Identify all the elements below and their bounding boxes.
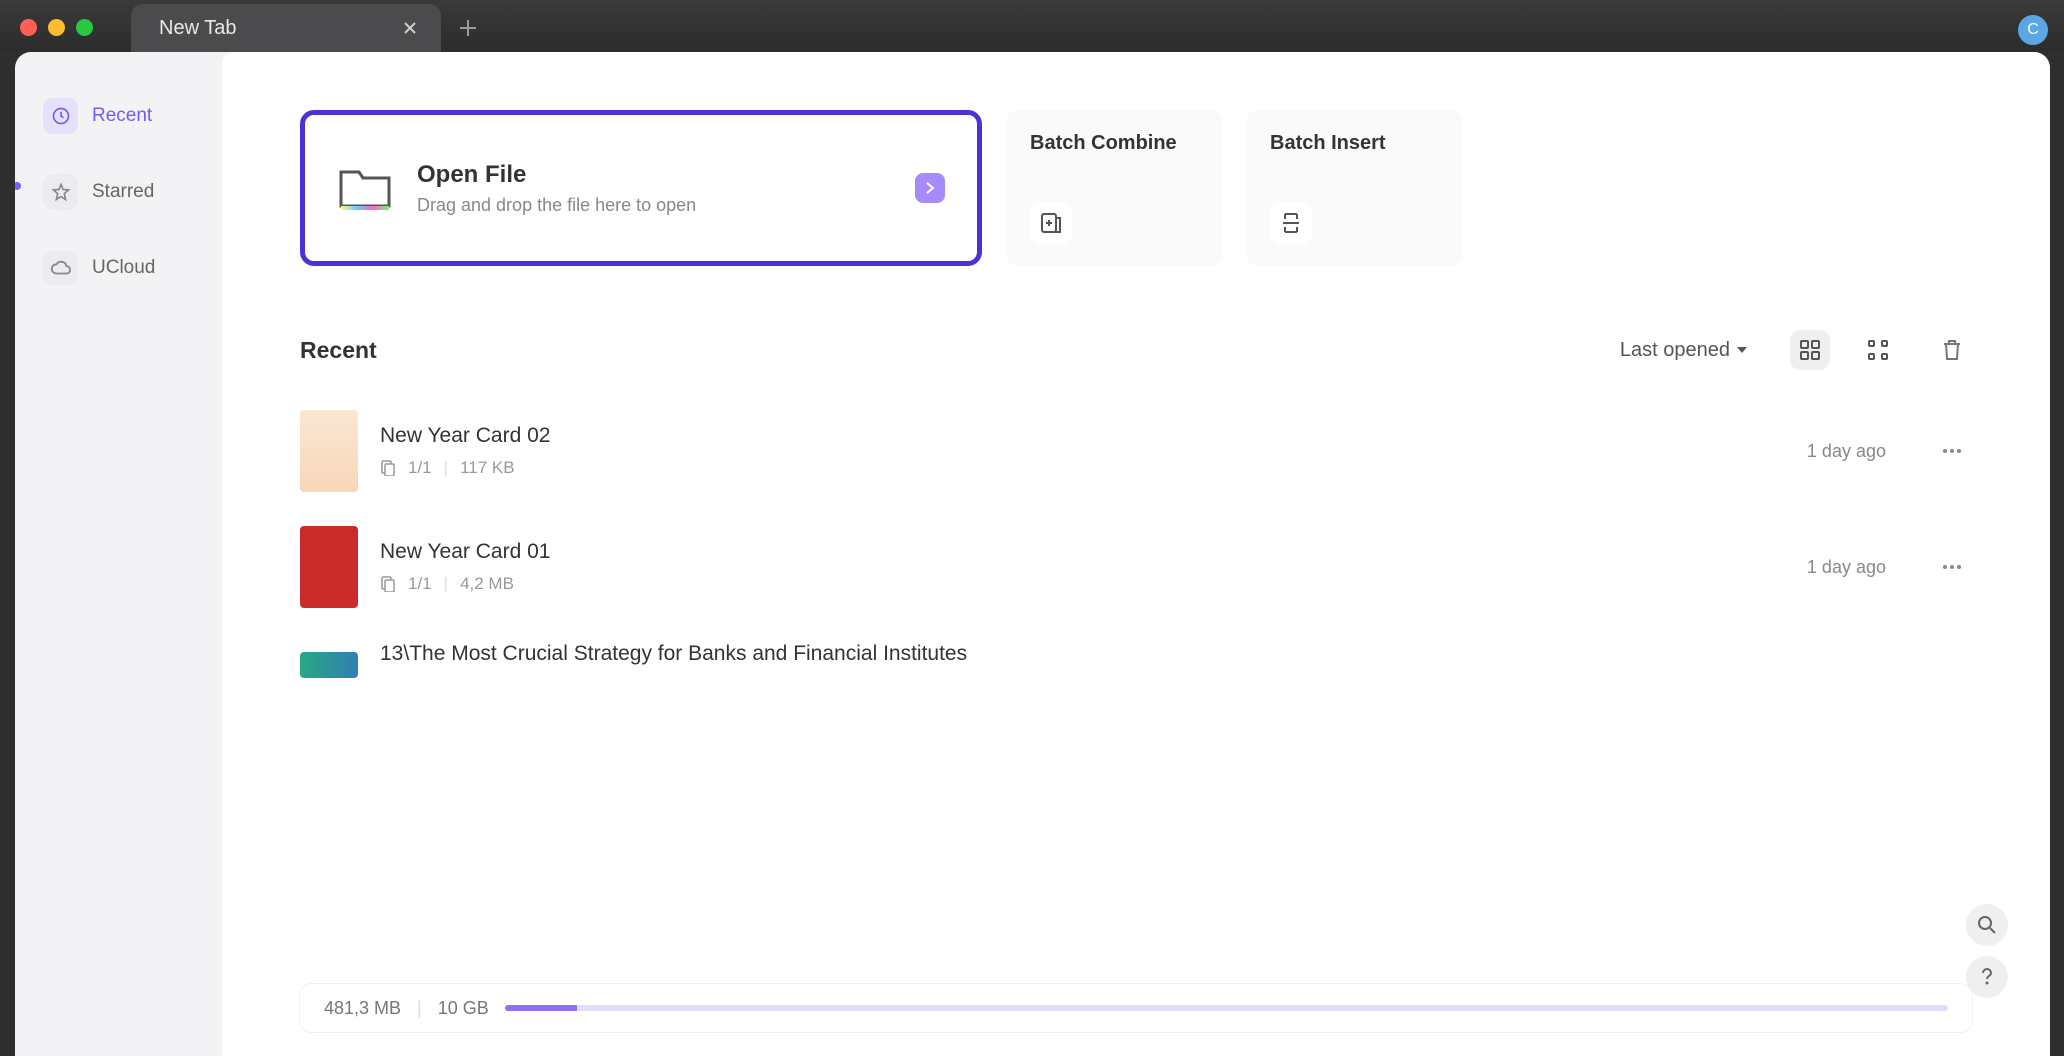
- file-pages: 1/1: [408, 574, 432, 594]
- tab-new-tab[interactable]: New Tab: [131, 4, 441, 52]
- open-file-card[interactable]: Open File Drag and drop the file here to…: [300, 110, 982, 266]
- close-window-button[interactable]: [20, 19, 37, 36]
- file-thumbnail: [300, 410, 358, 492]
- file-size: 117 KB: [460, 458, 515, 478]
- tab-label: New Tab: [159, 17, 236, 40]
- batch-combine-label: Batch Combine: [1030, 132, 1198, 155]
- file-date: 1 day ago: [1746, 557, 1886, 578]
- batch-insert-card[interactable]: Batch Insert: [1246, 110, 1462, 266]
- avatar[interactable]: C: [2018, 15, 2048, 45]
- section-heading: Recent: [300, 337, 377, 364]
- insert-icon: [1270, 202, 1312, 244]
- sidebar-item-recent[interactable]: Recent: [31, 88, 206, 144]
- file-more-button[interactable]: [1932, 448, 1972, 454]
- main-content: Open File Drag and drop the file here to…: [222, 52, 2050, 1056]
- more-icon: [1942, 448, 1962, 454]
- help-icon: [1981, 968, 1993, 986]
- file-row[interactable]: New Year Card 02 1/1 | 117 KB 1 day ago: [300, 410, 1972, 492]
- clock-icon: [43, 98, 78, 134]
- combine-icon: [1030, 202, 1072, 244]
- trash-button[interactable]: [1932, 330, 1972, 370]
- titlebar: New Tab C: [0, 0, 2064, 52]
- file-name: 13\The Most Crucial Strategy for Banks a…: [380, 642, 1972, 666]
- fullscreen-window-button[interactable]: [76, 19, 93, 36]
- file-name: New Year Card 02: [380, 424, 1724, 448]
- sidebar-item-starred[interactable]: Starred: [31, 164, 206, 220]
- close-tab-button[interactable]: [397, 17, 423, 39]
- grid-large-icon: [1800, 340, 1820, 360]
- batch-insert-label: Batch Insert: [1270, 132, 1438, 155]
- avatar-initial: C: [2027, 21, 2039, 39]
- document-icon: [380, 576, 396, 592]
- sidebar: Recent Starred UCloud: [15, 52, 222, 1056]
- grid-small-icon: [1868, 340, 1888, 360]
- file-pages: 1/1: [408, 458, 432, 478]
- star-icon: [43, 174, 78, 210]
- file-date: 1 day ago: [1746, 441, 1886, 462]
- file-row[interactable]: New Year Card 01 1/1 | 4,2 MB 1 day ago: [300, 526, 1972, 608]
- sidebar-item-label: Recent: [92, 105, 152, 127]
- storage-bar: 481,3 MB | 10 GB: [300, 984, 1972, 1032]
- storage-progress: [505, 1005, 1948, 1011]
- storage-used: 481,3 MB: [324, 998, 401, 1019]
- trash-icon: [1942, 339, 1962, 361]
- sidebar-item-label: Starred: [92, 181, 154, 203]
- document-icon: [380, 460, 396, 476]
- open-file-go-button[interactable]: [915, 173, 945, 203]
- sidebar-item-label: UCloud: [92, 257, 155, 279]
- storage-total: 10 GB: [438, 998, 489, 1019]
- minimize-window-button[interactable]: [48, 19, 65, 36]
- file-thumbnail: [300, 652, 358, 678]
- more-icon: [1942, 564, 1962, 570]
- help-button[interactable]: [1966, 956, 2008, 998]
- search-button[interactable]: [1966, 904, 2008, 946]
- cloud-icon: [43, 250, 78, 286]
- sort-label: Last opened: [1620, 339, 1730, 362]
- file-list: New Year Card 02 1/1 | 117 KB 1 day ago: [222, 390, 2050, 678]
- open-file-subtitle: Drag and drop the file here to open: [417, 195, 696, 216]
- sidebar-item-ucloud[interactable]: UCloud: [31, 240, 206, 296]
- open-file-title: Open File: [417, 161, 696, 189]
- new-tab-button[interactable]: [441, 4, 495, 52]
- view-small-button[interactable]: [1858, 330, 1898, 370]
- file-name: New Year Card 01: [380, 540, 1724, 564]
- chevron-down-icon: [1736, 345, 1748, 355]
- file-row[interactable]: 13\The Most Crucial Strategy for Banks a…: [300, 642, 1972, 678]
- batch-combine-card[interactable]: Batch Combine: [1006, 110, 1222, 266]
- sort-dropdown[interactable]: Last opened: [1606, 331, 1762, 370]
- file-size: 4,2 MB: [460, 574, 514, 594]
- view-large-button[interactable]: [1790, 330, 1830, 370]
- storage-progress-fill: [505, 1005, 577, 1011]
- window-controls: [10, 5, 103, 36]
- folder-icon: [337, 162, 393, 214]
- file-thumbnail: [300, 526, 358, 608]
- search-icon: [1977, 915, 1997, 935]
- file-more-button[interactable]: [1932, 564, 1972, 570]
